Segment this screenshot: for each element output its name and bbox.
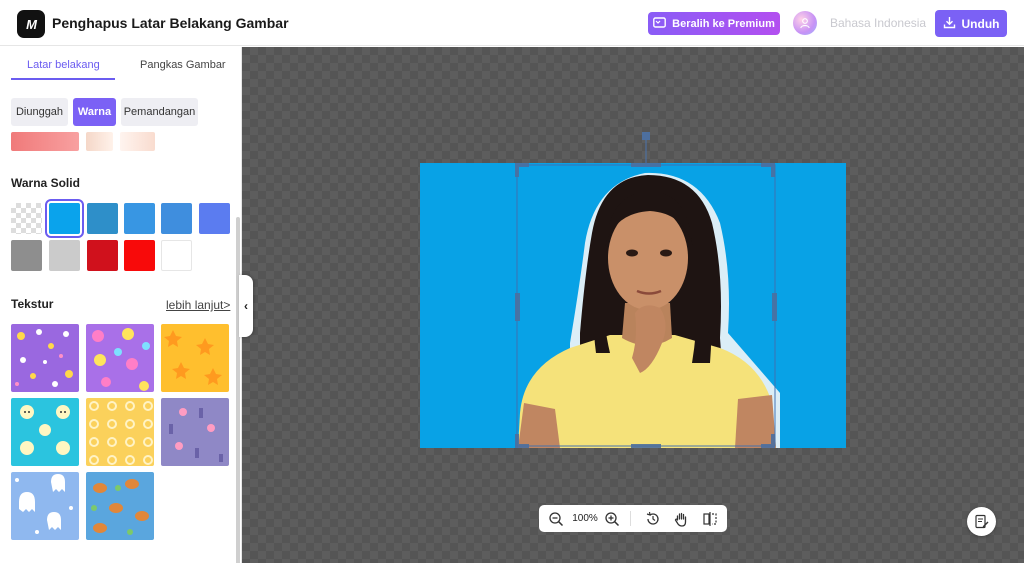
texture-yellow-stars[interactable] <box>161 324 229 392</box>
history-button[interactable] <box>642 505 664 532</box>
gradient-swatch-1[interactable] <box>11 132 79 151</box>
swatch-periwinkle[interactable] <box>199 203 230 234</box>
panel-tabs: Latar belakang Pangkas Gambar <box>0 47 241 81</box>
pan-button[interactable] <box>670 505 692 532</box>
language-selector[interactable]: Bahasa Indonesia <box>830 16 926 30</box>
compare-button[interactable] <box>699 505 721 532</box>
crown-icon <box>653 16 667 31</box>
texture-blue-ghosts[interactable] <box>11 472 79 540</box>
swatch-white[interactable] <box>161 240 192 271</box>
hand-icon <box>674 512 687 527</box>
segment-uploaded[interactable]: Diunggah <box>11 98 68 126</box>
zoom-in-icon <box>605 511 620 526</box>
app-header: M Penghapus Latar Belakang Gambar Berali… <box>0 0 1024 46</box>
download-icon <box>943 16 956 32</box>
upgrade-premium-label: Beralih ke Premium <box>672 17 775 30</box>
gradient-swatch-3[interactable] <box>120 132 155 151</box>
texture-purple-flowers[interactable] <box>11 324 79 392</box>
swatch-dark-red[interactable] <box>87 240 118 271</box>
sidebar-scrollbar[interactable] <box>236 217 240 563</box>
download-label: Unduh <box>961 16 1000 31</box>
rotate-handle[interactable] <box>640 131 652 165</box>
texture-lavender-pattern[interactable] <box>161 398 229 466</box>
note-edit-icon <box>975 514 989 529</box>
feedback-button[interactable] <box>967 507 996 536</box>
texture-yellow-dots[interactable] <box>86 398 154 466</box>
upgrade-premium-button[interactable]: Beralih ke Premium <box>648 12 780 35</box>
texture-heading: Tekstur <box>11 297 54 311</box>
texture-blue-animals[interactable] <box>86 472 154 540</box>
app-logo[interactable]: M <box>17 10 45 38</box>
collapse-panel-button[interactable]: ‹ <box>239 275 253 337</box>
texture-cyan-bears[interactable] <box>11 398 79 466</box>
swatch-transparent[interactable] <box>11 203 42 234</box>
zoom-out-button[interactable] <box>545 505 567 532</box>
segment-scenery[interactable]: Pemandangan <box>121 98 198 126</box>
gradient-swatch-2[interactable] <box>86 132 113 151</box>
swatch-light-gray[interactable] <box>49 240 80 271</box>
user-avatar[interactable] <box>793 11 817 35</box>
texture-pink-flowers[interactable] <box>86 324 154 392</box>
app-title: Penghapus Latar Belakang Gambar <box>52 15 289 31</box>
swatch-light-blue[interactable] <box>124 203 155 234</box>
texture-more-link[interactable]: lebih lanjut> <box>166 298 230 312</box>
zoom-level: 100% <box>572 513 598 524</box>
tab-background[interactable]: Latar belakang <box>27 59 100 71</box>
toolbar-divider <box>630 511 631 526</box>
zoom-out-icon <box>549 511 564 526</box>
compare-split-icon <box>703 511 717 526</box>
download-button[interactable]: Unduh <box>935 10 1007 37</box>
solid-color-heading: Warna Solid <box>11 176 80 190</box>
user-icon <box>800 18 810 29</box>
segment-color[interactable]: Warna <box>73 98 116 126</box>
zoom-in-button[interactable] <box>601 505 623 532</box>
history-icon <box>646 511 659 525</box>
swatch-steel-blue[interactable] <box>87 203 118 234</box>
zoom-toolbar: 100% <box>539 505 727 532</box>
active-tab-indicator <box>11 78 115 80</box>
chevron-left-icon: ‹ <box>244 299 248 313</box>
swatch-red[interactable] <box>124 240 155 271</box>
sidebar-panel: Latar belakang Pangkas Gambar Diunggah W… <box>0 47 242 563</box>
swatch-sky-blue[interactable] <box>45 199 84 238</box>
edited-photo[interactable] <box>420 163 846 448</box>
tab-crop-image[interactable]: Pangkas Gambar <box>140 59 226 71</box>
swatch-medium-blue[interactable] <box>161 203 192 234</box>
swatch-gray[interactable] <box>11 240 42 271</box>
